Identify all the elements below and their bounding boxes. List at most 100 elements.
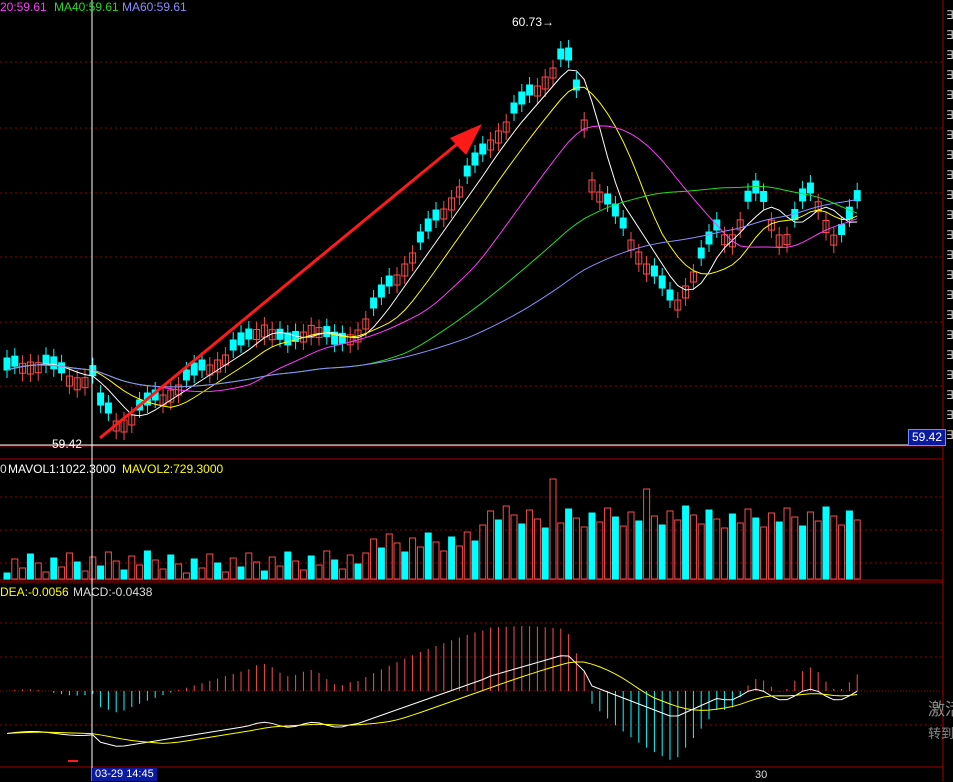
volume-bar — [689, 514, 697, 580]
volume-bar — [346, 554, 354, 580]
volume-bar — [292, 560, 300, 580]
volume-bar — [50, 557, 58, 580]
macd-histogram — [6, 626, 858, 760]
volume-bar — [650, 515, 658, 580]
volume-bar — [674, 519, 682, 580]
volume-bar — [175, 563, 183, 580]
volume-bar — [533, 518, 541, 580]
candle-body — [245, 328, 253, 340]
ma40-label: MA40:59.61 — [54, 0, 119, 14]
volume-bar — [276, 565, 284, 580]
candle-body — [650, 265, 658, 277]
right-edge-char: ∃ — [946, 128, 953, 142]
volume-bar — [526, 509, 534, 580]
volume-bar — [65, 552, 73, 580]
volume-bar — [315, 564, 323, 580]
right-edge-char: ∃ — [946, 348, 953, 362]
right-edge-char: ∃ — [946, 428, 953, 442]
dea-line — [6, 661, 858, 744]
volume-bar — [643, 488, 651, 580]
volume-bar — [11, 558, 19, 580]
volume-bar — [565, 508, 573, 580]
volume-bar — [611, 516, 619, 580]
volume-bar — [448, 536, 456, 580]
right-edge-char: ∃ — [946, 28, 953, 42]
candle-body — [276, 328, 284, 340]
right-edge-char: ∃ — [946, 168, 953, 182]
volume-bar — [299, 569, 307, 580]
candle-body — [190, 362, 198, 376]
volume-bar — [120, 569, 128, 580]
mavol1-label: MAVOL1:1022.3000 — [8, 462, 116, 476]
stock-chart-canvas[interactable] — [0, 0, 953, 781]
right-edge-char: ∃ — [946, 248, 953, 262]
volume-bar — [440, 550, 448, 580]
right-edge-char: ∃ — [946, 48, 953, 62]
volume-bar — [237, 566, 245, 580]
volume-bar — [432, 541, 440, 580]
candle-body — [799, 188, 807, 202]
right-edge-char: ∃ — [946, 308, 953, 322]
volume-bar — [245, 552, 253, 580]
volume-bar — [728, 513, 736, 580]
volume-bar — [635, 520, 643, 580]
ma-line-60 — [6, 198, 858, 388]
volume-bar — [541, 527, 549, 580]
candle-body — [806, 182, 814, 194]
volume-bar — [362, 552, 370, 580]
low-price-label: 59.42 — [52, 437, 83, 451]
watermark-line2: 转到 — [928, 726, 953, 741]
right-edge-char: ∃ — [946, 288, 953, 302]
volume-bar — [284, 551, 292, 580]
candle-body — [557, 48, 565, 60]
volume-bar — [822, 506, 830, 580]
volume-bar — [323, 550, 331, 580]
volume-bar — [775, 521, 783, 580]
volume-bar — [34, 562, 42, 580]
volume-bar — [331, 559, 339, 580]
volume-bar — [97, 565, 105, 580]
candle-body — [229, 339, 237, 351]
volume-bar — [377, 547, 385, 580]
right-edge-char: ∃ — [946, 8, 953, 22]
right-edge-char: ∃ — [946, 408, 953, 422]
candle-body — [323, 326, 331, 338]
right-edge-char: ∃ — [946, 208, 953, 222]
current-price-box: 59.42 — [908, 429, 946, 446]
volume-bar — [502, 505, 510, 580]
candle-body — [198, 359, 206, 371]
volume-bar — [767, 512, 775, 580]
volume-bar — [806, 511, 814, 580]
dif-line — [6, 655, 858, 747]
volume-bar — [487, 510, 495, 580]
right-edge-char: ∃ — [946, 148, 953, 162]
right-edge-char: ∃ — [946, 188, 953, 202]
candle-body — [385, 275, 393, 287]
candle-body — [658, 275, 666, 289]
watermark-line1: 激活 — [928, 700, 953, 719]
trend-arrow-shaft — [99, 138, 463, 440]
volume-bar — [479, 524, 487, 580]
volume-bar — [229, 557, 237, 580]
volume-bar — [42, 571, 50, 580]
volume-bar — [549, 478, 557, 580]
candle-body — [3, 357, 11, 371]
volume-bar — [409, 537, 417, 580]
candle-body — [463, 165, 471, 177]
volume-bar — [385, 533, 393, 580]
volume-bar — [557, 522, 565, 580]
volume-bar — [853, 519, 861, 580]
volume-bar — [128, 555, 136, 580]
candle-body — [697, 247, 705, 259]
volume-bar — [604, 507, 612, 580]
right-edge-char: ∃ — [946, 108, 953, 122]
volume-bar — [752, 517, 760, 580]
candle-body — [50, 356, 58, 370]
candle-body — [604, 193, 612, 205]
candle-body — [853, 190, 861, 202]
right-edge-char: ∃ — [946, 68, 953, 82]
candle-body — [565, 47, 573, 61]
volume-bar — [104, 551, 112, 580]
volume-bar — [744, 508, 752, 580]
volume-bar — [791, 516, 799, 580]
